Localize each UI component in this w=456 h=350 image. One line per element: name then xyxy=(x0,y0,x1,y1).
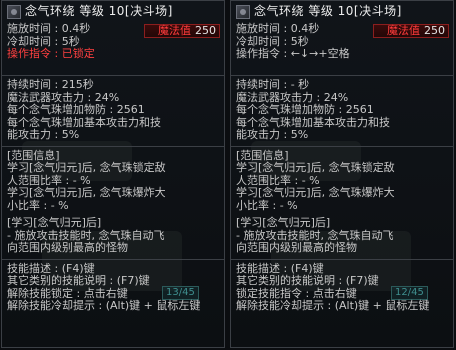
stats-block: 持续时间 : - 秒 魔法武器攻击力 : 24% 每个念气珠增加物防 : 256… xyxy=(236,79,449,142)
divider xyxy=(231,75,453,76)
learn-line: 向范围内级别最高的怪物 xyxy=(7,241,128,254)
hint-line: 其它类别的技能说明 : (F7)键 xyxy=(236,274,379,287)
range-line: 学习[念气归元]后, 念气珠锁定敌 xyxy=(7,161,166,174)
hint-line: 其它类别的技能说明 : (F7)键 xyxy=(7,274,150,287)
stats-block: 持续时间 : 215秒 魔法武器攻击力 : 24% 每个念气珠增加物防 : 25… xyxy=(7,79,220,142)
mp-value: 250 xyxy=(424,24,445,37)
skill-icon xyxy=(236,5,250,19)
range-block: [范围信息] 学习[念气归元]后, 念气珠锁定敌 人范围比率 : - % 学习[… xyxy=(236,149,449,213)
learn-line: 向范围内级别最高的怪物 xyxy=(236,241,357,254)
skill-title: 念气环绕 等级 10[决斗场] xyxy=(254,4,402,18)
learn-block: [学习[念气归元]后] - 施放攻击技能时, 念气珠自动飞 向范围内级别最高的怪… xyxy=(236,217,449,255)
command-locked: 操作指令 : 已锁定 xyxy=(7,47,95,60)
skill-title: 念气环绕 等级 10[决斗场] xyxy=(25,4,173,18)
range-line: 小比率 : - % xyxy=(236,198,298,212)
skill-tooltip-locked: 13/45 念气环绕 等级 10[决斗场] 施放时间 : 0.4秒 冷却时间 :… xyxy=(1,0,225,348)
mp-value: 250 xyxy=(195,24,216,37)
divider xyxy=(2,145,224,147)
stat-line: 持续时间 : - 秒 xyxy=(236,78,310,91)
divider xyxy=(231,145,453,147)
stat-line: 持续时间 : 215秒 xyxy=(7,78,94,91)
stat-line: 能攻击力 : 5% xyxy=(236,128,309,141)
range-line: 学习[念气归元]后, 念气珠爆炸大 xyxy=(7,186,166,199)
stat-line: 每个念气珠增加物防 : 2561 xyxy=(236,103,374,116)
mp-cost-badge: 魔法值 250 xyxy=(373,24,449,38)
learn-title: [学习[念气归元]后] xyxy=(236,216,331,229)
command-input: 操作指令 : ←↓→+空格 xyxy=(236,47,350,60)
skill-tooltip-command: 12/45 念气环绕 等级 10[决斗场] 施放时间 : 0.4秒 冷却时间 :… xyxy=(230,0,454,348)
range-block: [范围信息] 学习[念气归元]后, 念气珠锁定敌 人范围比率 : - % 学习[… xyxy=(7,149,220,213)
stat-line: 每个念气珠增加物防 : 2561 xyxy=(7,103,145,116)
stat-line: 能攻击力 : 5% xyxy=(7,128,80,141)
mp-label: 魔法值 xyxy=(387,24,420,37)
divider xyxy=(231,258,453,260)
hints-block: 技能描述 : (F4)键 其它类别的技能说明 : (F7)键 解除技能锁定 : … xyxy=(7,262,220,313)
hint-line: 解除技能冷却提示 : (Alt)键 + 鼠标左键 xyxy=(236,299,430,312)
learn-block: [学习[念气归元]后] - 施放攻击技能时, 念气珠自动飞 向范围内级别最高的怪… xyxy=(7,217,220,255)
range-line: 小比率 : - % xyxy=(7,198,69,212)
mp-cost-badge: 魔法值 250 xyxy=(144,24,220,38)
learn-title: [学习[念气归元]后] xyxy=(7,216,102,229)
divider xyxy=(2,258,224,260)
mp-label: 魔法值 xyxy=(158,24,191,37)
range-line: 学习[念气归元]后, 念气珠锁定敌 xyxy=(236,161,395,174)
hints-block: 技能描述 : (F4)键 其它类别的技能说明 : (F7)键 锁定技能指令 : … xyxy=(236,262,449,313)
hint-line: 解除技能冷却提示 : (Alt)键 + 鼠标左键 xyxy=(7,299,201,312)
range-line: 学习[念气归元]后, 念气珠爆炸大 xyxy=(236,186,395,199)
divider xyxy=(2,75,224,76)
skill-icon xyxy=(7,5,21,19)
